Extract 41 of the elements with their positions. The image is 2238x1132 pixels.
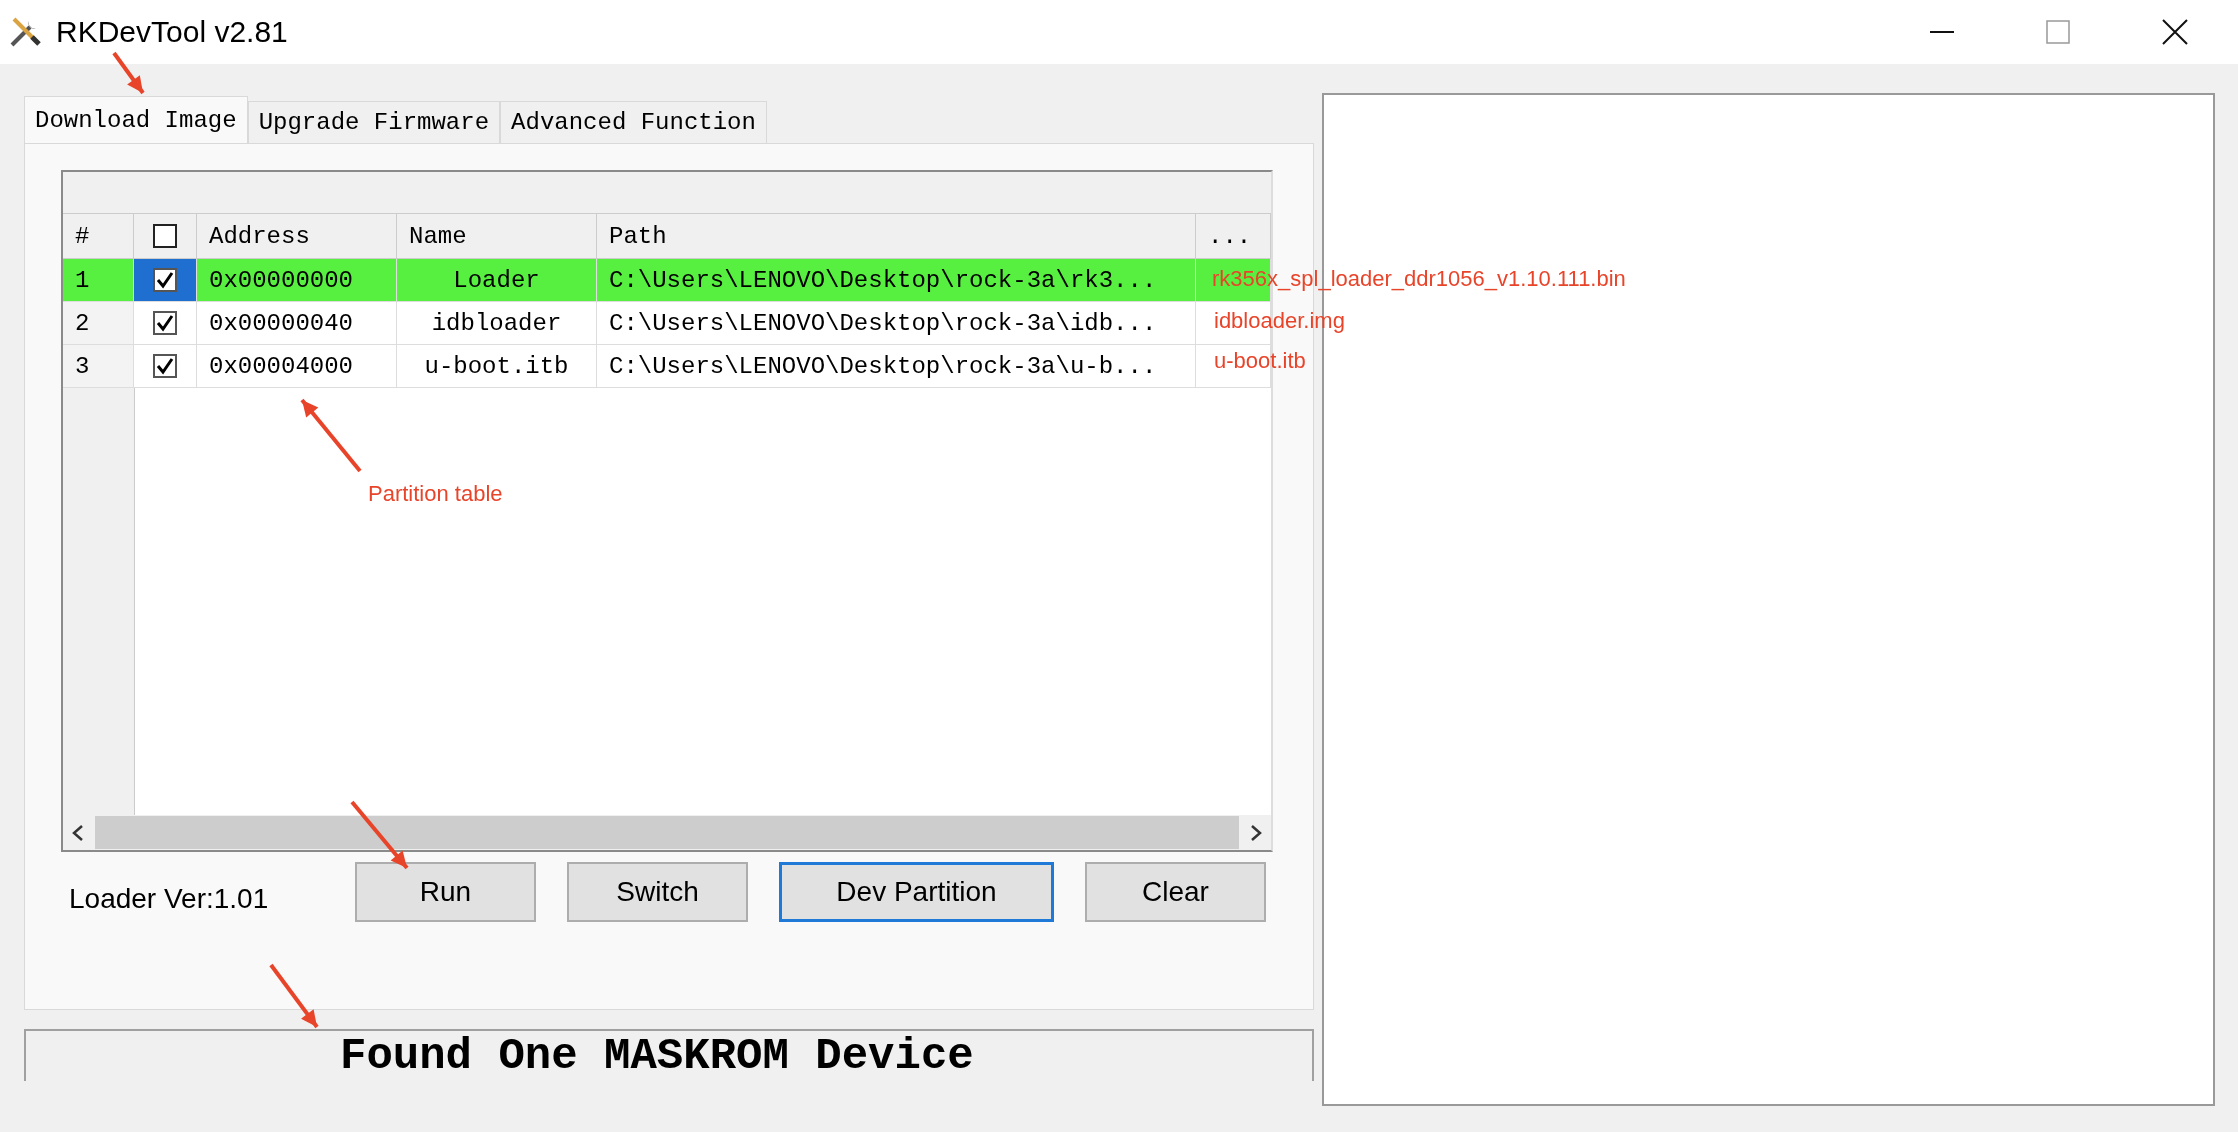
row-checkbox[interactable] (153, 311, 177, 335)
scroll-left-icon[interactable] (71, 823, 85, 842)
loader-version: Loader Ver:1.01 (68, 883, 270, 915)
close-icon[interactable] (2162, 19, 2188, 45)
tab[interactable]: Advanced Function (500, 101, 767, 143)
annotation-label: Partition table (368, 481, 503, 507)
table-cell: C:\Users\LENOVO\Desktop\rock-3a\idb... (597, 302, 1196, 344)
column-header[interactable]: Address (197, 214, 397, 258)
annotation-arrow (269, 963, 319, 1029)
action-button[interactable]: Run (355, 862, 536, 922)
tab[interactable]: Upgrade Firmware (247, 101, 501, 143)
row-number[interactable]: 2 (63, 302, 134, 344)
row-checkbox[interactable] (153, 354, 177, 378)
status-message: Found One MASKROM Device (340, 1031, 974, 1081)
row-checkbox[interactable] (153, 268, 177, 292)
action-button[interactable]: Switch (567, 862, 748, 922)
tools-icon (8, 15, 42, 49)
annotation-arrow (112, 51, 145, 95)
table-cell: Loader (397, 259, 597, 301)
column-header[interactable]: Name (397, 214, 597, 258)
table-cell: C:\Users\LENOVO\Desktop\rock-3a\rk3... (597, 259, 1196, 301)
header-checkbox[interactable] (153, 224, 177, 248)
annotation-arrow (350, 800, 409, 870)
annotation-label: idbloader.img (1214, 308, 1345, 334)
tab[interactable]: Download Image (24, 96, 248, 143)
row-number[interactable]: 3 (63, 345, 134, 387)
scroll-right-icon[interactable] (1249, 823, 1263, 842)
column-header[interactable]: ... (1196, 214, 1271, 258)
table-cell: 0x00000000 (197, 259, 397, 301)
table-cell: 0x00000040 (197, 302, 397, 344)
action-button[interactable]: Dev Partition (779, 862, 1054, 922)
window-title: RKDevTool v2.81 (56, 15, 288, 49)
column-header[interactable]: Path (597, 214, 1196, 258)
table-cell: u-boot.itb (397, 345, 597, 387)
column-header[interactable]: # (63, 214, 134, 258)
table-cell: idbloader (397, 302, 597, 344)
action-button[interactable]: Clear (1085, 862, 1266, 922)
annotation-label: u-boot.itb (1214, 348, 1306, 374)
horizontal-scrollbar[interactable] (63, 815, 1271, 850)
table-cell: C:\Users\LENOVO\Desktop\rock-3a\u-b... (597, 345, 1196, 387)
table-cell: 0x00004000 (197, 345, 397, 387)
